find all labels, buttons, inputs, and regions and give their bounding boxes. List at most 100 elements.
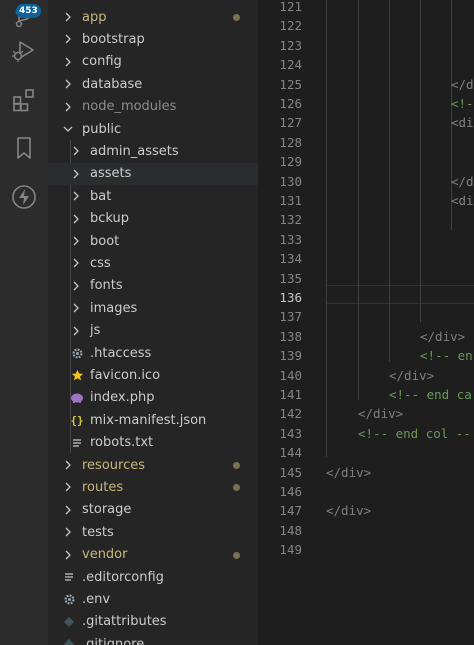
tree-item-label: favicon.ico [90,367,161,383]
file-item[interactable]: .htaccess [48,342,258,364]
chevron-right-icon [62,56,74,68]
run-debug-icon[interactable] [8,34,40,66]
code-line: </div> [326,464,372,480]
tree-item-label: .env [82,591,111,607]
tree-item-label: bootstrap [82,31,145,47]
bookmark-icon[interactable] [8,132,40,164]
chevron-right-icon [62,459,74,471]
chevron-right-icon [70,257,82,269]
line-number: 123 [279,37,302,53]
gear-icon [70,346,84,360]
line-number: 122 [279,18,302,34]
tree-item-label: .gitattributes [82,614,167,630]
tree-item-label: bat [90,188,112,204]
text-lines-icon [70,436,84,450]
folder-item[interactable]: css [48,252,258,274]
folder-item[interactable]: bckup [48,208,258,230]
tree-item-label: admin_assets [90,143,179,159]
line-number: 144 [279,445,302,461]
folder-item[interactable]: js [48,320,258,342]
tree-item-label: tests [82,524,114,540]
code-line: </div> [358,406,404,422]
file-item[interactable]: favicon.ico [48,364,258,386]
file-item[interactable]: .env [48,588,258,610]
code-line: </div> [420,328,466,344]
line-number: 148 [279,522,302,538]
folder-item[interactable]: node_modules [48,96,258,118]
folder-item[interactable]: vendor [48,544,258,566]
chevron-right-icon [70,325,82,337]
file-item[interactable]: index.php [48,387,258,409]
chevron-right-icon [70,302,82,314]
tree-item-label: .editorconfig [82,569,164,585]
line-number: 141 [279,387,302,402]
folder-item[interactable]: config [48,51,258,73]
folder-item[interactable]: fonts [48,275,258,297]
line-number: 128 [279,134,302,150]
file-item[interactable]: .editorconfig [48,566,258,588]
chevron-right-icon [62,549,74,561]
folder-item[interactable]: assets [48,162,258,185]
folder-item[interactable]: boot [48,230,258,252]
line-number: 125 [279,76,302,92]
code-editor[interactable]: 121 122 123 124 125 126 127 128 129 130 131 132 133 1… [258,0,474,645]
tree-item-label: routes [82,479,124,495]
line-number: 130 [279,173,302,189]
file-item[interactable]: robots.txt [48,432,258,454]
extensions-icon[interactable] [8,84,40,116]
folder-item[interactable]: bootstrap [48,28,258,50]
chevron-right-icon [70,168,82,180]
lightning-icon[interactable] [8,181,40,213]
line-number: 126 [279,96,302,111]
folder-item[interactable]: admin_assets [48,140,258,162]
line-number: 142 [279,406,302,422]
line-number: 135 [279,270,302,286]
chevron-right-icon [62,11,74,23]
code-line: <di [451,115,474,131]
code-line: </d [451,76,474,92]
modified-dot [233,551,240,559]
chevron-right-icon [62,504,74,516]
line-number: 133 [279,231,302,247]
tree-item-label: css [90,255,111,271]
tree-item-label: config [82,54,122,70]
folder-item[interactable]: routes [48,476,258,498]
tree-item-label: vendor [82,547,128,563]
tree-item-label: public [82,121,122,137]
line-number: 127 [279,115,302,131]
line-number: 143 [279,425,302,441]
line-number: 129 [279,154,302,170]
tree-item-label: bckup [90,211,130,227]
folder-item[interactable]: storage [48,499,258,521]
tree-item-label: storage [82,502,132,518]
folder-item[interactable]: images [48,297,258,319]
folder-item[interactable]: tests [48,521,258,543]
folder-item[interactable]: public [48,118,258,140]
tree-item-label: .htaccess [90,345,152,361]
indent-guide [326,0,327,457]
folder-item[interactable]: database [48,73,258,95]
line-number: 138 [279,328,302,344]
chevron-right-icon [62,526,74,538]
file-item[interactable]: {} mix-manifest.json [48,409,258,431]
tree-item-label: js [90,323,101,339]
chevron-right-icon [70,235,82,247]
line-number: 145 [279,464,302,480]
php-elephant-icon [70,391,84,405]
line-number: 121 [279,0,302,14]
git-icon [62,615,76,629]
tree-item-label: index.php [90,390,155,406]
tree-item-label: .gitignore [82,636,145,645]
folder-item[interactable]: bat [48,185,258,207]
code-line: </div> [326,503,372,519]
folder-item[interactable]: app [48,6,258,28]
chevron-right-icon [62,481,74,493]
file-item[interactable]: .gitattributes [48,611,258,633]
folder-item[interactable]: resources [48,454,258,476]
file-item[interactable]: .gitignore [48,633,258,645]
star-icon [70,368,84,382]
code-line: </d [451,173,474,189]
tree-item-label: assets [90,166,132,182]
indent-guide [389,0,390,362]
gear-icon [62,592,76,606]
